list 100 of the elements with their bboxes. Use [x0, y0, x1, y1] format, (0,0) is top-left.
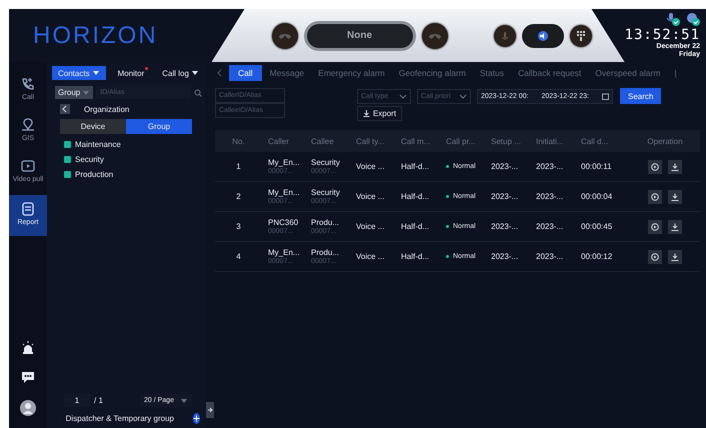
group-icon: [64, 141, 71, 148]
callee-name: Security: [311, 158, 340, 167]
user-avatar-icon: [20, 400, 36, 416]
tab[interactable]: Emergency alarm: [312, 65, 391, 81]
column-header: Initiati...: [535, 136, 564, 146]
status-dot: [446, 255, 449, 258]
handset-icon: [428, 32, 440, 38]
caret-icon: [459, 92, 467, 100]
microphone-button[interactable]: [494, 24, 516, 46]
table-cell: 3: [236, 222, 241, 231]
search-icon: [194, 88, 202, 96]
segment-tab[interactable]: Device: [60, 119, 126, 134]
play-button[interactable]: [648, 190, 662, 204]
play-button[interactable]: [648, 250, 662, 264]
page-total: / 1: [94, 396, 104, 405]
table-cell-text: Half-d...: [400, 162, 430, 171]
panel-tab[interactable]: Contacts: [52, 66, 106, 80]
table-cell: 1: [236, 162, 241, 171]
logo: HORIZON: [32, 22, 159, 50]
status-dot: [446, 225, 449, 228]
status-dot: [446, 165, 449, 168]
table-cell-text: 00:00:04: [580, 192, 612, 201]
download-icon: [671, 252, 679, 260]
download-button[interactable]: [668, 160, 682, 174]
download-icon: [362, 110, 370, 117]
table-cell-text: 2023-...: [490, 252, 518, 261]
table-cell-text: 2023-...: [535, 192, 564, 201]
clipboard-icon: [20, 201, 36, 217]
play-button[interactable]: [648, 220, 662, 234]
table-cell-text: 2023-...: [535, 252, 564, 261]
download-button[interactable]: [668, 220, 682, 234]
alert-dot: [145, 67, 148, 70]
back-button[interactable]: [60, 104, 70, 114]
segment-tab[interactable]: Group: [126, 119, 192, 134]
table-cell-text: 2023-...: [490, 192, 518, 201]
tab[interactable]: Call: [229, 65, 262, 81]
table-cell: 4: [236, 252, 241, 261]
tab[interactable]: Overspeed alarm: [589, 65, 666, 81]
table-cell-text: Voice ...: [355, 192, 384, 201]
keypad-button[interactable]: [570, 24, 592, 46]
panel-tab[interactable]: Call log: [156, 66, 205, 80]
speaker-icon: [536, 30, 548, 42]
search-button[interactable]: Search: [620, 88, 662, 104]
caller-name: My_En...: [268, 248, 300, 257]
map-pin-icon: [20, 117, 36, 133]
scope-dropdown[interactable]: Group: [55, 86, 94, 99]
export-button[interactable]: Export: [357, 106, 402, 121]
speaker-button[interactable]: [522, 24, 564, 48]
call-status: None: [304, 20, 416, 50]
group-item[interactable]: Security: [64, 155, 200, 164]
download-icon: [671, 162, 679, 170]
add-button[interactable]: [193, 413, 200, 424]
panel-tab[interactable]: Monitor: [112, 66, 150, 80]
tab[interactable]: Geofencing alarm: [392, 65, 472, 81]
column-header: Setup ...: [490, 136, 521, 146]
group-item[interactable]: Production: [64, 170, 200, 179]
table-cell-text: 00:00:12: [580, 252, 612, 261]
column-header: Call pr...: [445, 136, 476, 146]
network-status-icon: [686, 12, 700, 26]
play-icon: [651, 252, 659, 260]
tab[interactable]: Status: [474, 65, 510, 81]
table-cell-text: 2023-...: [490, 162, 518, 171]
callee-name: Produ...: [311, 248, 340, 257]
group-icon: [64, 171, 71, 178]
keypad-icon: [574, 30, 586, 42]
group-icon: [64, 156, 71, 163]
download-button[interactable]: [668, 250, 682, 264]
microphone-icon: [498, 30, 510, 42]
play-button[interactable]: [648, 160, 662, 174]
status-dot: [446, 195, 449, 198]
call-button[interactable]: [422, 22, 448, 48]
table-cell: 2: [236, 192, 241, 201]
tab[interactable]: Callback request: [512, 65, 588, 81]
column-header: No.: [232, 136, 245, 146]
page-field[interactable]: 1: [64, 394, 90, 407]
table-cell-text: Voice ...: [355, 252, 384, 261]
caret-icon: [82, 88, 90, 96]
caret-icon: [92, 69, 100, 77]
table-cell-text: Half-d...: [400, 222, 430, 231]
collapse-handle[interactable]: [206, 402, 214, 418]
tab[interactable]: Message: [264, 65, 310, 81]
download-icon: [671, 222, 679, 230]
play-icon: [651, 222, 659, 230]
call-button[interactable]: [272, 22, 298, 48]
tab[interactable]: |: [668, 65, 683, 81]
caller-name: My_En...: [268, 188, 300, 197]
calendar-icon: [602, 92, 609, 100]
column-header: Operation: [647, 136, 683, 146]
callee-name: Produ...: [311, 218, 340, 227]
group-section-title: Dispatcher & Temporary group: [66, 414, 174, 423]
plus-icon: [193, 415, 200, 422]
chevron-left-icon: [217, 69, 223, 77]
arrow-icon: [207, 407, 213, 413]
play-icon: [651, 162, 659, 170]
table-cell-text: 2023-...: [535, 222, 564, 231]
download-button[interactable]: [668, 190, 682, 204]
column-header: Caller: [267, 136, 289, 146]
caret-icon: [180, 396, 188, 404]
group-item[interactable]: Maintenance: [64, 140, 200, 149]
caret-icon: [399, 92, 407, 100]
